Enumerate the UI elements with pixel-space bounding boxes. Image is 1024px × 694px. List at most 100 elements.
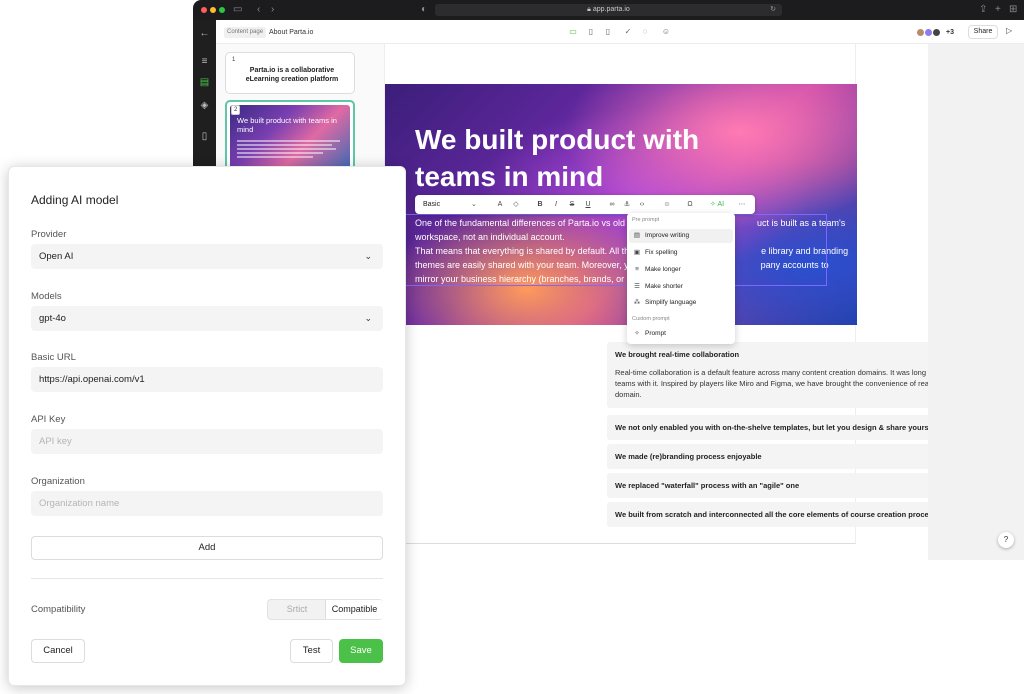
bold-icon[interactable]: B xyxy=(535,199,545,210)
menu-item-label: Make longer xyxy=(645,266,681,273)
help-button[interactable]: ? xyxy=(998,532,1014,548)
menu-item-prompt[interactable]: ✧ Prompt xyxy=(629,327,733,341)
slide-thumbnail-1[interactable]: 1 Parta.io is a collaborative eLearning … xyxy=(225,52,355,94)
api-key-input[interactable]: API key xyxy=(31,429,383,454)
hero-title[interactable]: We built product with teams in mind xyxy=(415,121,755,195)
address-bar[interactable]: 🔒︎ app.parta.io ↻ xyxy=(435,4,782,16)
chevron-down-icon: ⌄ xyxy=(364,251,372,261)
basic-url-label: Basic URL xyxy=(31,352,76,363)
play-preview-icon[interactable]: ▷ xyxy=(1006,26,1012,35)
slide-title: We built product with teams in mind xyxy=(237,116,337,134)
ai-button[interactable]: ✧ AI xyxy=(710,199,724,210)
basic-url-input[interactable]: https://api.openai.com/v1 xyxy=(31,367,383,392)
highlight-icon[interactable]: ◇ xyxy=(511,199,521,210)
slide-text-lines xyxy=(237,140,345,160)
back-arrow-icon[interactable]: ← xyxy=(199,28,210,39)
ai-prompt-menu: Pre prompt ▤ Improve writing ▣ Fix spell… xyxy=(627,213,735,344)
more-options-icon[interactable]: ⋯ xyxy=(737,199,747,210)
add-button[interactable]: Add xyxy=(31,536,383,560)
desktop-view-icon[interactable]: ▭ xyxy=(568,27,578,37)
compatibility-label: Compatibility xyxy=(31,604,86,615)
ai-label: AI xyxy=(717,201,725,208)
tablet-view-icon[interactable]: ▯ xyxy=(586,27,596,37)
sidebar-toggle-icon[interactable]: ▭ xyxy=(233,4,242,16)
slides-icon[interactable]: ▤ xyxy=(199,77,210,88)
menu-item-label: Make shorter xyxy=(645,283,683,290)
menu-item-label: Fix spelling xyxy=(645,249,678,256)
extra-collaborators-count[interactable]: +3 xyxy=(946,27,954,38)
accordion-title[interactable]: We built from scratch and interconnected… xyxy=(615,510,937,520)
api-key-placeholder: API key xyxy=(39,436,72,447)
privacy-shield-icon[interactable]: ◐ xyxy=(421,4,427,16)
forward-arrow-icon[interactable]: › xyxy=(271,4,274,16)
share-button[interactable]: Share xyxy=(968,25,998,39)
mobile-view-icon[interactable]: ▯ xyxy=(603,27,613,37)
basic-url-value: https://api.openai.com/v1 xyxy=(39,374,145,385)
url-text: app.parta.io xyxy=(592,6,630,13)
make-longer-icon: ≡ xyxy=(635,266,639,273)
font-color-icon[interactable]: A xyxy=(495,199,505,210)
minimize-window-button[interactable] xyxy=(210,7,216,13)
pre-prompt-header: Pre prompt xyxy=(632,217,660,223)
comment-icon[interactable]: ◌ xyxy=(640,27,650,37)
slide-number: 1 xyxy=(232,57,236,63)
omega-icon[interactable]: Ω xyxy=(685,199,695,210)
italic-icon[interactable]: I xyxy=(551,199,561,210)
bookmark-icon[interactable]: ▯ xyxy=(199,131,210,142)
cancel-button[interactable]: Cancel xyxy=(31,639,85,663)
menu-item-make-shorter[interactable]: ☰ Make shorter xyxy=(629,280,733,294)
menu-item-label: Prompt xyxy=(645,330,666,337)
accordion-title[interactable]: We made (re)branding process enjoyable xyxy=(615,452,762,462)
menu-item-label: Simplify language xyxy=(645,299,697,306)
sparkle-icon: ✧ xyxy=(634,330,640,337)
menu-item-make-longer[interactable]: ≡ Make longer xyxy=(629,263,733,277)
reload-icon[interactable]: ↻ xyxy=(770,4,776,16)
provider-value: Open AI xyxy=(39,251,74,262)
tab-overview-icon[interactable]: ⊞ xyxy=(1009,4,1017,16)
models-value: gpt-4o xyxy=(39,313,66,324)
test-button[interactable]: Test xyxy=(290,639,333,663)
code-icon[interactable]: ‹› xyxy=(637,199,647,210)
improve-writing-icon: ▤ xyxy=(633,232,641,239)
accordion-title[interactable]: We replaced "waterfall" process with an … xyxy=(615,481,799,491)
menu-item-fix-spelling[interactable]: ▣ Fix spelling xyxy=(629,246,733,260)
maximize-window-button[interactable] xyxy=(219,7,225,13)
spellcheck-icon: ▣ xyxy=(633,249,641,256)
underline-icon[interactable]: U xyxy=(583,199,593,210)
menu-lines-icon[interactable]: ≡ xyxy=(199,56,210,67)
text-selection-box xyxy=(405,214,827,286)
compatible-option[interactable]: Compatible xyxy=(325,600,383,619)
editor-canvas: We built product with teams in mind One … xyxy=(384,44,1014,544)
strict-option[interactable]: Srtict xyxy=(268,600,326,619)
share-page-icon[interactable]: ⇪ xyxy=(979,4,987,16)
back-arrow-icon[interactable]: ‹ xyxy=(257,4,260,16)
anchor-icon[interactable]: ⚓︎ xyxy=(622,199,632,210)
accordion-title[interactable]: We brought real-time collaboration xyxy=(615,350,739,360)
chevron-down-icon[interactable]: ⌄ xyxy=(471,199,477,210)
menu-item-simplify-language[interactable]: ⁂ Simplify language xyxy=(629,296,733,310)
avatar[interactable] xyxy=(932,28,941,37)
new-tab-icon[interactable]: + xyxy=(995,4,1001,16)
emoji-icon[interactable]: ☺ xyxy=(661,27,671,37)
link-icon[interactable]: ∞ xyxy=(607,199,617,210)
dialog-title: Adding AI model xyxy=(31,193,119,207)
check-circle-icon[interactable]: ✓ xyxy=(623,27,633,37)
api-key-label: API Key xyxy=(31,414,66,425)
editor-top-bar: Content page About Parta.io ▭ ▯ ▯ ✓ ◌ ☺ … xyxy=(216,20,1024,44)
organization-input[interactable]: Organization name xyxy=(31,491,383,516)
layers-icon[interactable]: ◈ xyxy=(199,100,210,111)
menu-item-label: Improve writing xyxy=(645,232,690,239)
provider-label: Provider xyxy=(31,229,67,240)
slide-number: 2 xyxy=(231,105,241,115)
save-button[interactable]: Save xyxy=(339,639,383,663)
menu-item-improve-writing[interactable]: ▤ Improve writing xyxy=(629,229,733,243)
provider-select[interactable]: Open AI ⌄ xyxy=(31,244,383,269)
accordion-title[interactable]: We not only enabled you with on-the-shel… xyxy=(615,423,929,433)
models-select[interactable]: gpt-4o ⌄ xyxy=(31,306,383,331)
style-select[interactable]: Basic xyxy=(423,199,440,210)
page-title[interactable]: About Parta.io xyxy=(269,27,313,38)
browser-titlebar: ▭ ‹ › ◐ 🔒︎ app.parta.io ↻ ⇪ + ⊞ xyxy=(193,0,1024,20)
strikethrough-icon[interactable]: S xyxy=(567,199,577,210)
close-window-button[interactable] xyxy=(201,7,207,13)
emoji-icon[interactable]: ☺ xyxy=(662,199,672,210)
